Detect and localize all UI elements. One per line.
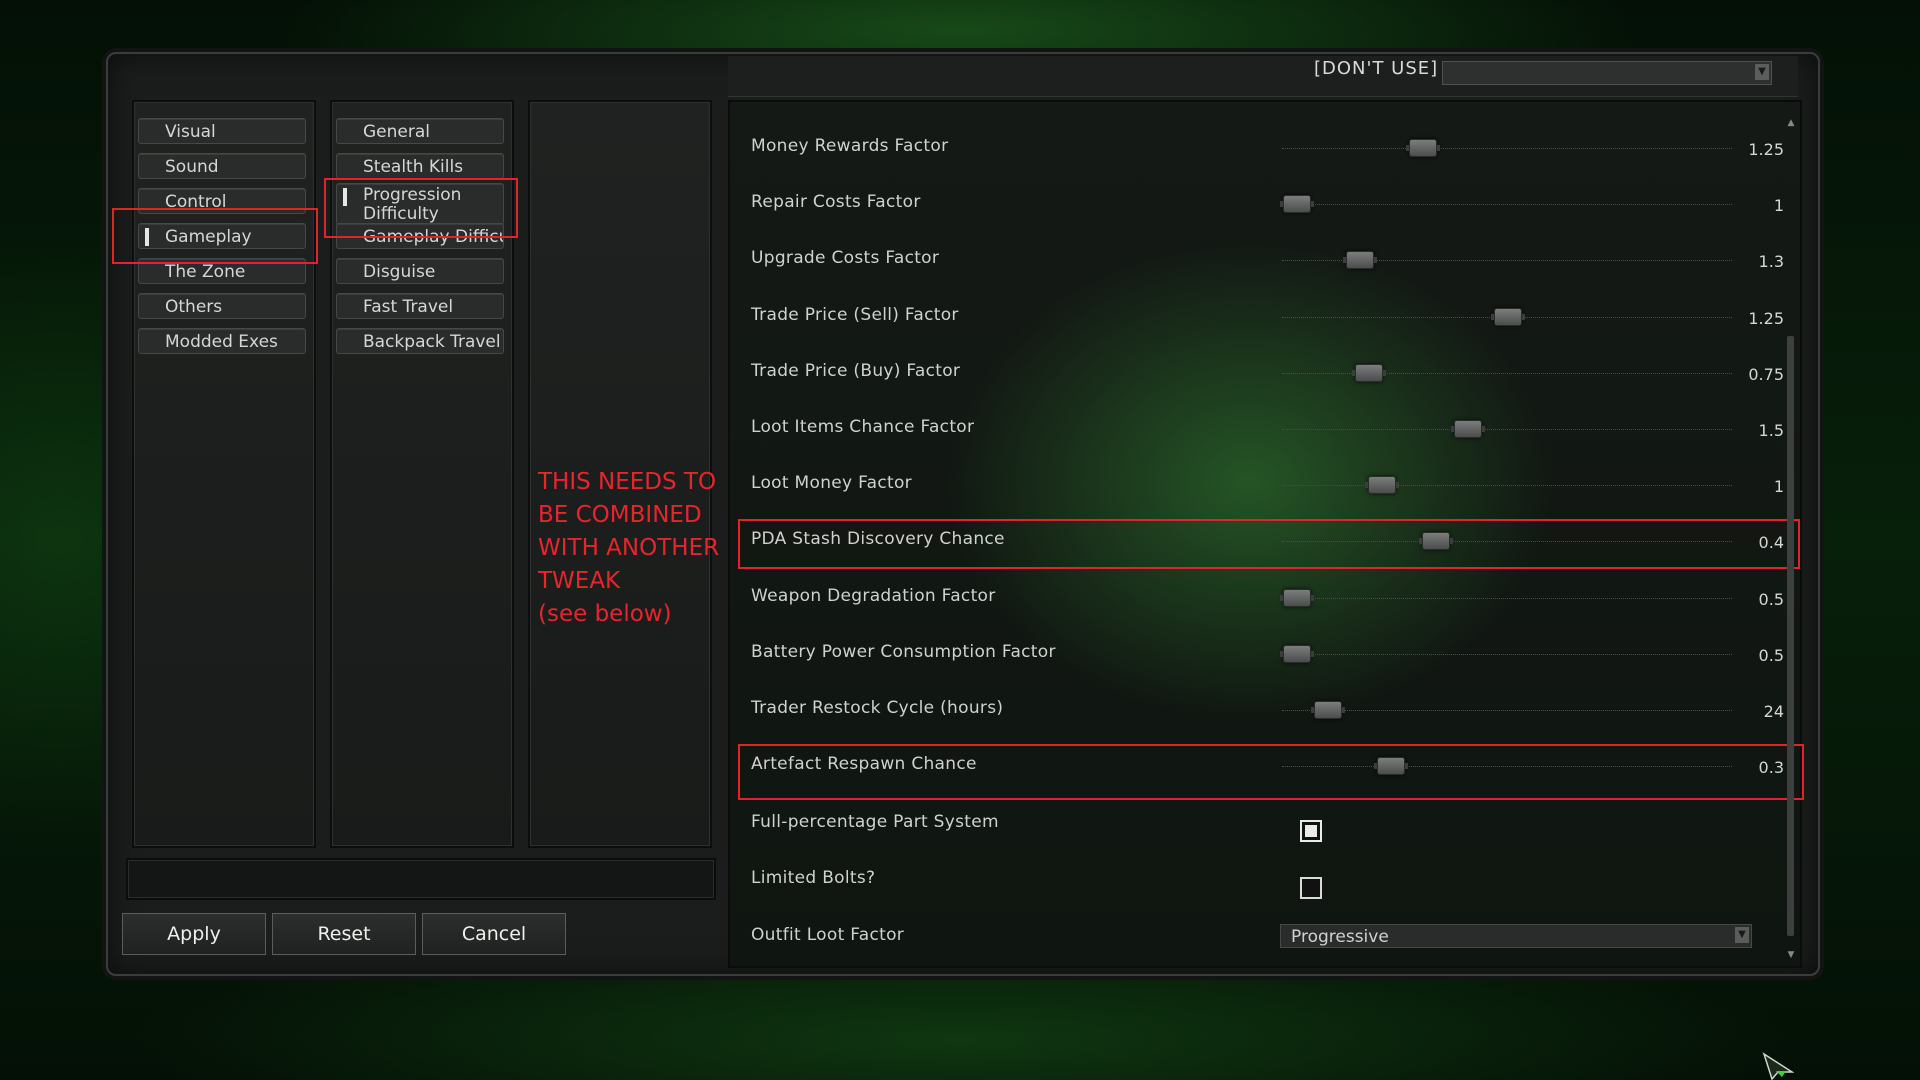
chevron-down-icon: ▼ bbox=[1755, 64, 1769, 80]
slider-track[interactable] bbox=[1282, 541, 1732, 543]
slider-handle[interactable] bbox=[1491, 307, 1525, 326]
scroll-up-icon[interactable]: ▲ bbox=[1786, 118, 1796, 128]
reset-button[interactable]: Reset bbox=[272, 913, 416, 955]
slider-handle[interactable] bbox=[1405, 139, 1440, 157]
apply-button[interactable]: Apply bbox=[122, 913, 266, 955]
setting-value: 1 bbox=[1773, 477, 1784, 497]
outfit-loot-dropdown[interactable]: Progressive ▼ bbox=[1280, 924, 1752, 948]
chevron-down-icon: ▼ bbox=[1735, 927, 1749, 943]
category-tab-control[interactable]: Control bbox=[138, 188, 306, 214]
setting-value: 0.3 bbox=[1758, 758, 1784, 778]
annotation-line: (see below) bbox=[538, 601, 672, 627]
setting-value: 0.5 bbox=[1758, 589, 1784, 609]
cancel-button[interactable]: Cancel bbox=[422, 913, 566, 955]
setting-label: PDA Stash Discovery Chance bbox=[751, 529, 1005, 550]
setting-value: 1.3 bbox=[1758, 252, 1784, 272]
slider-track[interactable] bbox=[1282, 485, 1732, 487]
setting-label: Trade Price (Buy) Factor bbox=[751, 360, 961, 381]
limited-bolts-checkbox[interactable] bbox=[1300, 877, 1322, 899]
slider-handle[interactable] bbox=[1311, 701, 1345, 719]
setting-label: Artefact Respawn Chance bbox=[751, 754, 977, 775]
scroll-down-icon[interactable]: ▼ bbox=[1786, 950, 1796, 960]
slider-handle[interactable] bbox=[1351, 363, 1386, 382]
annotation-line: BE COMBINED bbox=[538, 502, 702, 528]
setting-value: 0.5 bbox=[1758, 645, 1784, 665]
setting-label: Upgrade Costs Factor bbox=[751, 248, 940, 269]
category-tab-visual[interactable]: Visual bbox=[138, 118, 306, 144]
setting-label: Loot Items Chance Factor bbox=[751, 417, 975, 437]
subcategory-tab-fast-travel[interactable]: Fast Travel bbox=[336, 293, 504, 319]
setting-value: 0.4 bbox=[1758, 533, 1784, 553]
slider-track[interactable] bbox=[1282, 372, 1732, 374]
scrollbar-thumb[interactable] bbox=[1787, 336, 1794, 936]
setting-label: Money Rewards Factor bbox=[751, 136, 949, 156]
setting-label: Battery Power Consumption Factor bbox=[751, 641, 1056, 662]
category-tab-others[interactable]: Others bbox=[138, 293, 306, 319]
setting-label: Weapon Degradation Factor bbox=[751, 585, 996, 606]
subcategory-tab-backpack-travel[interactable]: Backpack Travel bbox=[336, 328, 504, 354]
slider-track[interactable] bbox=[1282, 204, 1732, 206]
preset-dropdown[interactable]: ▼ bbox=[1442, 61, 1772, 85]
setting-label: Loot Money Factor bbox=[751, 473, 912, 494]
setting-value: 0.75 bbox=[1748, 364, 1784, 384]
category-tab-modded-exes[interactable]: Modded Exes bbox=[138, 328, 306, 354]
slider-handle[interactable] bbox=[1279, 588, 1314, 607]
setting-label: Trader Restock Cycle (hours) bbox=[751, 698, 1004, 718]
full-percentage-checkbox[interactable] bbox=[1300, 820, 1322, 842]
setting-value: 24 bbox=[1763, 702, 1784, 721]
category-tab-gameplay[interactable]: Gameplay bbox=[138, 223, 306, 249]
preset-label: [DON'T USE] bbox=[1314, 58, 1439, 79]
slider-handle[interactable] bbox=[1342, 251, 1377, 270]
slider-track[interactable] bbox=[1282, 597, 1732, 599]
slider-track[interactable] bbox=[1282, 653, 1732, 655]
setting-label: Trade Price (Sell) Factor bbox=[751, 304, 959, 325]
status-bar bbox=[126, 858, 716, 900]
slider-handle[interactable] bbox=[1419, 532, 1453, 551]
slider-track[interactable] bbox=[1282, 148, 1732, 149]
category-tab-sound[interactable]: Sound bbox=[138, 153, 306, 179]
slider-handle[interactable] bbox=[1279, 195, 1314, 214]
setting-value: 1.5 bbox=[1758, 421, 1784, 440]
annotation-line: THIS NEEDS TO bbox=[538, 469, 717, 495]
outfit-loot-label: Outfit Loot Factor bbox=[751, 925, 905, 945]
annotation-line: TWEAK bbox=[538, 568, 621, 594]
setting-value: 1.25 bbox=[1748, 308, 1784, 328]
subcategory-tab-general[interactable]: General bbox=[336, 118, 504, 144]
slider-handle[interactable] bbox=[1374, 757, 1408, 776]
setting-value: 1 bbox=[1773, 196, 1784, 216]
annotation-line: WITH ANOTHER bbox=[538, 535, 720, 561]
annotation-text: THIS NEEDS TO BE COMBINED WITH ANOTHER T… bbox=[538, 466, 738, 631]
subcategory-tab-disguise[interactable]: Disguise bbox=[336, 258, 504, 284]
checkbox-label: Full-percentage Part System bbox=[751, 812, 999, 832]
subcategory-tab-stealth-kills[interactable]: Stealth Kills bbox=[336, 153, 504, 179]
subcategory-tab-progression-difficulty[interactable]: Progression Difficulty bbox=[336, 183, 504, 225]
slider-track[interactable] bbox=[1282, 429, 1732, 430]
setting-label: Repair Costs Factor bbox=[751, 192, 921, 213]
checkbox-label: Limited Bolts? bbox=[751, 868, 876, 888]
category-tab-the-zone[interactable]: The Zone bbox=[138, 258, 306, 284]
mouse-cursor-icon bbox=[1762, 1052, 1794, 1080]
slider-handle[interactable] bbox=[1365, 476, 1399, 495]
slider-handle[interactable] bbox=[1450, 420, 1485, 438]
setting-value: 1.25 bbox=[1748, 140, 1784, 159]
subcategory-tab-gameplay-difficulty[interactable]: Gameplay Difficulty bbox=[336, 223, 504, 249]
slider-handle[interactable] bbox=[1279, 644, 1314, 663]
slider-track[interactable] bbox=[1282, 710, 1732, 711]
outfit-loot-value: Progressive bbox=[1291, 927, 1389, 947]
slider-track[interactable] bbox=[1282, 766, 1732, 768]
